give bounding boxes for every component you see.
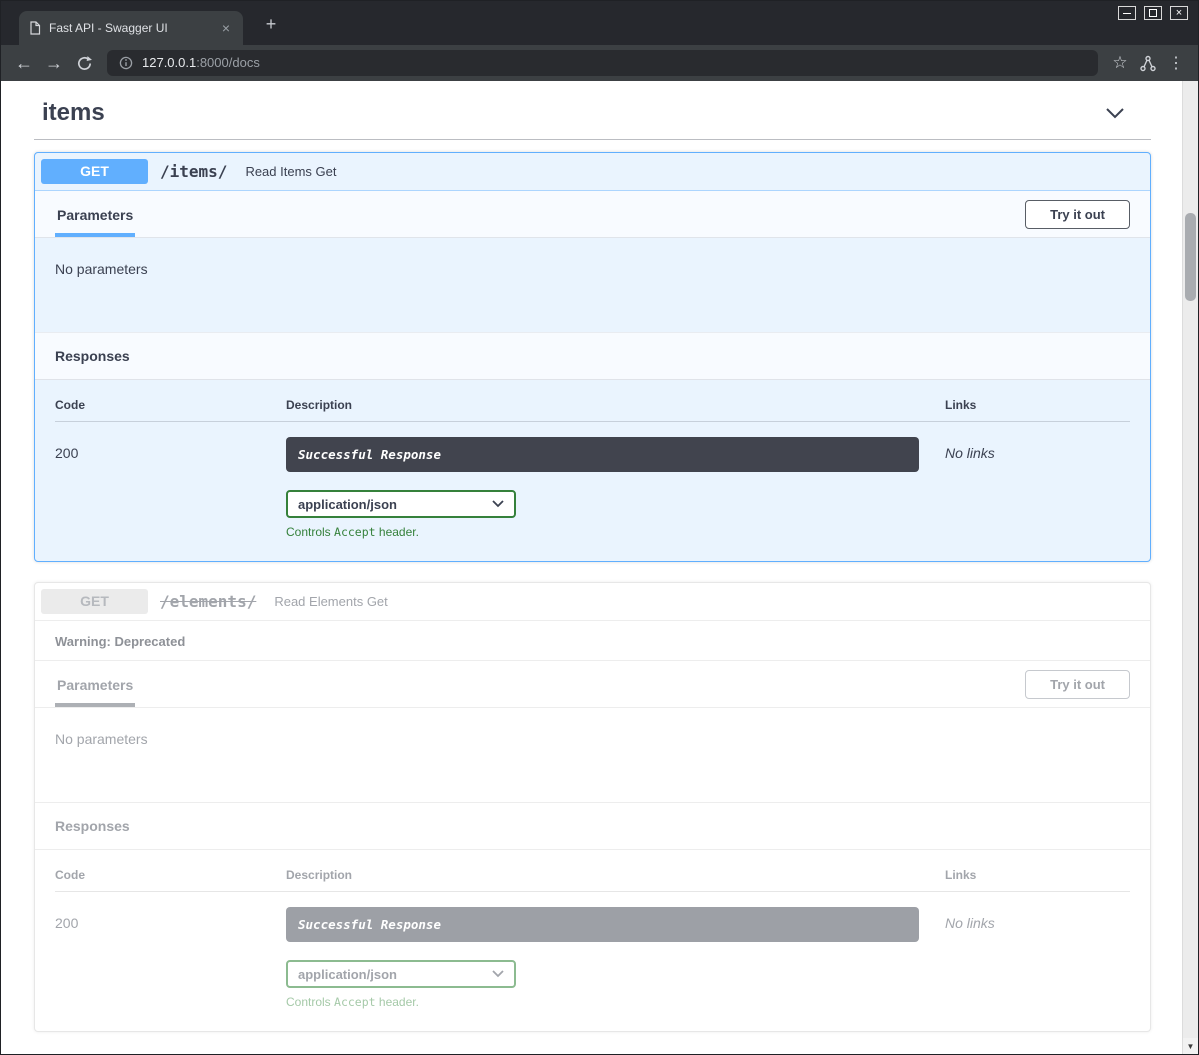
accept-note-code: Accept xyxy=(334,525,376,539)
method-badge: GET xyxy=(41,159,148,184)
col-links: Links xyxy=(945,868,1130,882)
parameters-header: Parameters Try it out xyxy=(35,660,1150,708)
reload-icon xyxy=(76,55,93,72)
chevron-down-icon xyxy=(492,970,504,978)
browser-menu-icon[interactable]: ⋮ xyxy=(1162,48,1190,78)
forward-button[interactable]: → xyxy=(39,48,69,78)
section-collapse-chevron-icon[interactable] xyxy=(1105,107,1125,119)
scroll-down-button[interactable]: ▼ xyxy=(1183,1038,1198,1054)
responses-header: Responses xyxy=(35,332,1150,380)
endpoint-summary: Read Elements Get xyxy=(274,594,387,609)
responses-header: Responses xyxy=(35,802,1150,850)
parameters-tab[interactable]: Parameters xyxy=(55,661,135,707)
responses-table-header: Code Description Links xyxy=(55,868,1130,892)
accept-note-suffix: header. xyxy=(376,995,419,1009)
reload-button[interactable] xyxy=(69,48,99,78)
accept-note-prefix: Controls xyxy=(286,525,334,539)
titlebar: Fast API - Swagger UI × + × xyxy=(1,1,1198,45)
endpoint-path: /items/ xyxy=(160,162,227,181)
method-badge: GET xyxy=(41,589,148,614)
col-code: Code xyxy=(55,868,286,882)
endpoint-path: /elements/ xyxy=(160,592,256,611)
bookmark-star-icon[interactable]: ☆ xyxy=(1106,48,1134,78)
opblock-summary[interactable]: GET /items/ Read Items Get xyxy=(35,153,1150,191)
response-code: 200 xyxy=(55,907,286,1009)
media-type-select[interactable]: application/json xyxy=(286,490,516,518)
minimize-button[interactable] xyxy=(1118,6,1136,20)
new-tab-button[interactable]: + xyxy=(259,14,283,35)
response-description: Successful Response xyxy=(286,907,919,942)
site-info-icon[interactable] xyxy=(119,56,133,70)
accept-header-note: Controls Accept header. xyxy=(286,525,945,539)
url-path: :8000/docs xyxy=(196,55,260,70)
col-links: Links xyxy=(945,398,1130,412)
try-it-out-button[interactable]: Try it out xyxy=(1025,670,1130,699)
accept-header-note: Controls Accept header. xyxy=(286,995,945,1009)
response-description-cell: Successful Response application/json Con… xyxy=(286,907,945,1009)
parameters-header: Parameters Try it out xyxy=(35,191,1150,238)
response-row: 200 Successful Response application/json… xyxy=(55,892,1130,1009)
minimize-icon xyxy=(1123,13,1131,14)
response-description: Successful Response xyxy=(286,437,919,472)
deprecated-warning: Warning: Deprecated xyxy=(35,621,1150,660)
opblock-get-items: GET /items/ Read Items Get Parameters Tr… xyxy=(34,152,1151,562)
back-button[interactable]: ← xyxy=(9,48,39,78)
responses-table: Code Description Links 200 Successful Re… xyxy=(35,850,1150,1031)
tab-title: Fast API - Swagger UI xyxy=(49,21,219,35)
site-hierarchy-icon[interactable] xyxy=(1134,48,1162,78)
url-bar[interactable]: 127.0.0.1:8000/docs xyxy=(107,50,1098,76)
response-code: 200 xyxy=(55,437,286,539)
media-type-value: application/json xyxy=(298,497,397,512)
maximize-button[interactable] xyxy=(1144,6,1162,20)
col-description: Description xyxy=(286,398,945,412)
browser-window: Fast API - Swagger UI × + × ← → 12 xyxy=(0,0,1199,1055)
col-description: Description xyxy=(286,868,945,882)
no-parameters-text: No parameters xyxy=(35,708,1150,802)
maximize-icon xyxy=(1149,9,1157,17)
vertical-scrollbar[interactable]: ▼ xyxy=(1182,81,1198,1054)
section-title: items xyxy=(42,99,105,127)
opblock-get-elements-deprecated: GET /elements/ Read Elements Get Warning… xyxy=(34,582,1151,1032)
items-section-header[interactable]: items xyxy=(34,85,1151,140)
media-type-value: application/json xyxy=(298,967,397,982)
scrollbar-thumb[interactable] xyxy=(1185,213,1196,301)
url-host: 127.0.0.1 xyxy=(142,55,196,70)
responses-table-header: Code Description Links xyxy=(55,398,1130,422)
window-controls: × xyxy=(1118,6,1188,20)
no-links-text: No links xyxy=(945,907,1130,1009)
tab-close-icon[interactable]: × xyxy=(219,20,233,36)
col-code: Code xyxy=(55,398,286,412)
accept-note-suffix: header. xyxy=(376,525,419,539)
browser-toolbar: ← → 127.0.0.1:8000/docs ☆ xyxy=(1,45,1198,81)
close-icon: × xyxy=(1176,8,1182,19)
accept-note-code: Accept xyxy=(334,995,376,1009)
swagger-page: items GET /items/ Read Items Get Paramet… xyxy=(1,81,1182,1054)
page-favicon-icon xyxy=(29,21,41,35)
response-row: 200 Successful Response application/json… xyxy=(55,422,1130,539)
response-description-cell: Successful Response application/json Con… xyxy=(286,437,945,539)
try-it-out-button[interactable]: Try it out xyxy=(1025,200,1130,229)
opblock-summary[interactable]: GET /elements/ Read Elements Get xyxy=(35,583,1150,621)
browser-tab[interactable]: Fast API - Swagger UI × xyxy=(19,11,243,45)
media-type-select[interactable]: application/json xyxy=(286,960,516,988)
url-text: 127.0.0.1:8000/docs xyxy=(142,54,260,72)
close-button[interactable]: × xyxy=(1170,6,1188,20)
no-parameters-text: No parameters xyxy=(35,238,1150,332)
parameters-tab[interactable]: Parameters xyxy=(55,191,135,237)
endpoint-summary: Read Items Get xyxy=(245,164,336,179)
no-links-text: No links xyxy=(945,437,1130,539)
chevron-down-icon xyxy=(492,500,504,508)
accept-note-prefix: Controls xyxy=(286,995,334,1009)
responses-table: Code Description Links 200 Successful Re… xyxy=(35,380,1150,561)
